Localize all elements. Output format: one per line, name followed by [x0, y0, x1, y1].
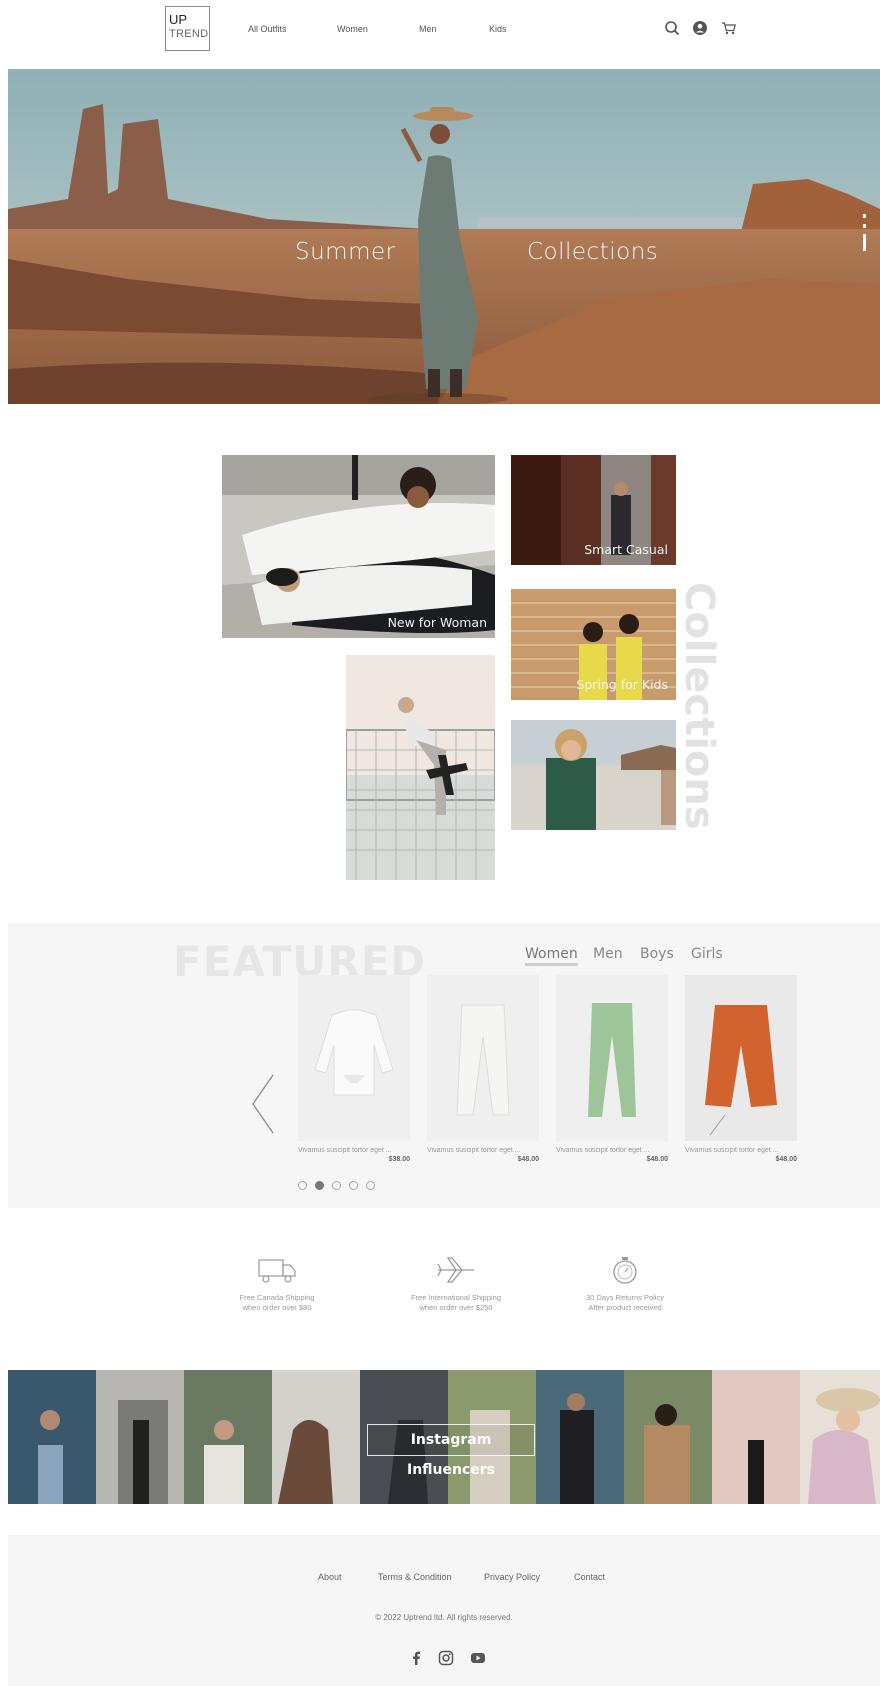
nav-kids[interactable]: Kids	[489, 24, 507, 34]
product-card[interactable]: Vivamus suscipit tortor eget ... $48.00	[427, 975, 539, 1163]
page: UP TREND All Outfits Women Men Kids Summ…	[0, 0, 880, 1686]
shipping-international: Free International Shipping when order o…	[376, 1255, 536, 1313]
policy-line-2: After product received	[588, 1303, 662, 1312]
product-shirt-image	[314, 1009, 394, 1096]
shipping-line-2: when order over $80	[242, 1303, 312, 1312]
logo[interactable]: UP TREND	[165, 6, 210, 51]
footer-link-privacy[interactable]: Privacy Policy	[484, 1572, 540, 1582]
stopwatch-icon	[613, 1257, 637, 1284]
collections-side-title: Collections	[676, 582, 722, 830]
nav-men[interactable]: Men	[419, 24, 437, 34]
instagram-influencers-button[interactable]: Instagram Influencers	[367, 1424, 535, 1478]
product-orange-pants-image	[705, 1005, 777, 1136]
shipping-line-1: Free International Shipping	[410, 1293, 502, 1302]
tab-women[interactable]: Women	[525, 946, 578, 966]
svg-text:Collections: Collections	[676, 582, 722, 830]
product-price: $48.00	[517, 1156, 539, 1163]
product-image	[298, 975, 410, 1141]
cart-icon[interactable]	[721, 20, 737, 36]
nav-women[interactable]: Women	[337, 24, 368, 34]
hero-banner: Summer Collections	[8, 69, 880, 404]
site-header: UP TREND All Outfits Women Men Kids	[0, 0, 880, 62]
logo-line-1: UP	[169, 12, 188, 27]
tile-label: Smart Casual	[584, 542, 668, 557]
product-image	[685, 975, 797, 1141]
product-green-trousers-image	[588, 1003, 636, 1117]
copyright: © 2022 Uptrend ltd. All rights reserved.	[375, 1613, 513, 1622]
policy-line-1: 30 Days Returns Policy	[586, 1293, 664, 1302]
product-price: $38.00	[388, 1156, 410, 1163]
tile-image	[222, 455, 495, 638]
logo-line-2: TREND	[169, 28, 209, 40]
collection-tile-spring-for-kids[interactable]: Spring for Kids	[511, 589, 676, 700]
search-icon[interactable]	[664, 20, 680, 36]
product-image	[556, 975, 668, 1141]
footer-link-about[interactable]: About	[318, 1572, 342, 1582]
product-name: Vivamus suscipit tortor eget ...	[427, 1147, 521, 1154]
shipping-line-2: when order over $250	[419, 1303, 493, 1312]
shipping-line-1: Free Canada Shipping	[239, 1293, 315, 1302]
product-name: Vivamus suscipit tortor eget ...	[685, 1147, 779, 1154]
truck-icon	[258, 1259, 296, 1283]
hero-image	[8, 69, 880, 404]
product-name: Vivamus suscipit tortor eget ...	[556, 1147, 650, 1154]
product-card[interactable]: Vivamus suscipit tortor eget ... $48.00	[685, 975, 797, 1163]
youtube-icon[interactable]	[470, 1650, 486, 1666]
returns-policy: 30 Days Returns Policy After product rec…	[545, 1255, 705, 1313]
footer-link-contact[interactable]: Contact	[574, 1572, 605, 1582]
hero-text-right: Collections	[527, 239, 659, 265]
tile-label: New for Woman	[387, 615, 487, 630]
featured-section: FEATURED Women Men Boys Girls Vivamus su…	[8, 923, 880, 1208]
pagination-dot[interactable]	[366, 1181, 375, 1190]
collection-tile-beach-kids[interactable]	[511, 720, 676, 830]
collection-tile-new-for-woman[interactable]: New for Woman	[222, 455, 495, 638]
account-icon[interactable]	[692, 20, 708, 36]
product-price: $48.00	[775, 1156, 797, 1163]
pagination-dot[interactable]	[332, 1181, 341, 1190]
pagination-dot-active[interactable]	[315, 1181, 324, 1190]
footer-link-terms[interactable]: Terms & Condition	[378, 1572, 452, 1582]
facebook-icon[interactable]	[408, 1650, 424, 1666]
product-price: $48.00	[646, 1156, 668, 1163]
product-trousers-image	[456, 1004, 510, 1116]
product-card[interactable]: Vivamus suscipit tortor eget ... $38.00	[298, 975, 410, 1163]
collection-tile-smart-casual[interactable]: Smart Casual	[511, 455, 676, 565]
tile-label: Spring for Kids	[576, 677, 668, 692]
pagination-dot[interactable]	[349, 1181, 358, 1190]
tab-men[interactable]: Men	[593, 946, 623, 962]
nav-all-outfits[interactable]: All Outfits	[248, 24, 287, 34]
pagination-dot[interactable]	[298, 1181, 307, 1190]
shipping-canada: Free Canada Shipping when order over $80	[197, 1255, 357, 1313]
tile-image	[511, 720, 676, 830]
airplane-icon	[437, 1257, 474, 1283]
tab-boys[interactable]: Boys	[640, 946, 674, 962]
product-card[interactable]: Vivamus suscipit tortor eget ... $48.00	[556, 975, 668, 1163]
product-name: Vivamus suscipit tortor eget ...	[298, 1147, 392, 1154]
tile-image	[346, 655, 495, 880]
instagram-icon[interactable]	[438, 1650, 454, 1666]
carousel-prev-arrow[interactable]	[251, 1073, 275, 1135]
collection-tile-travel[interactable]	[346, 655, 495, 880]
product-image	[427, 975, 539, 1141]
site-footer: About Terms & Condition Privacy Policy C…	[8, 1535, 880, 1686]
hero-text-left: Summer	[295, 239, 396, 265]
tab-girls[interactable]: Girls	[691, 946, 723, 962]
